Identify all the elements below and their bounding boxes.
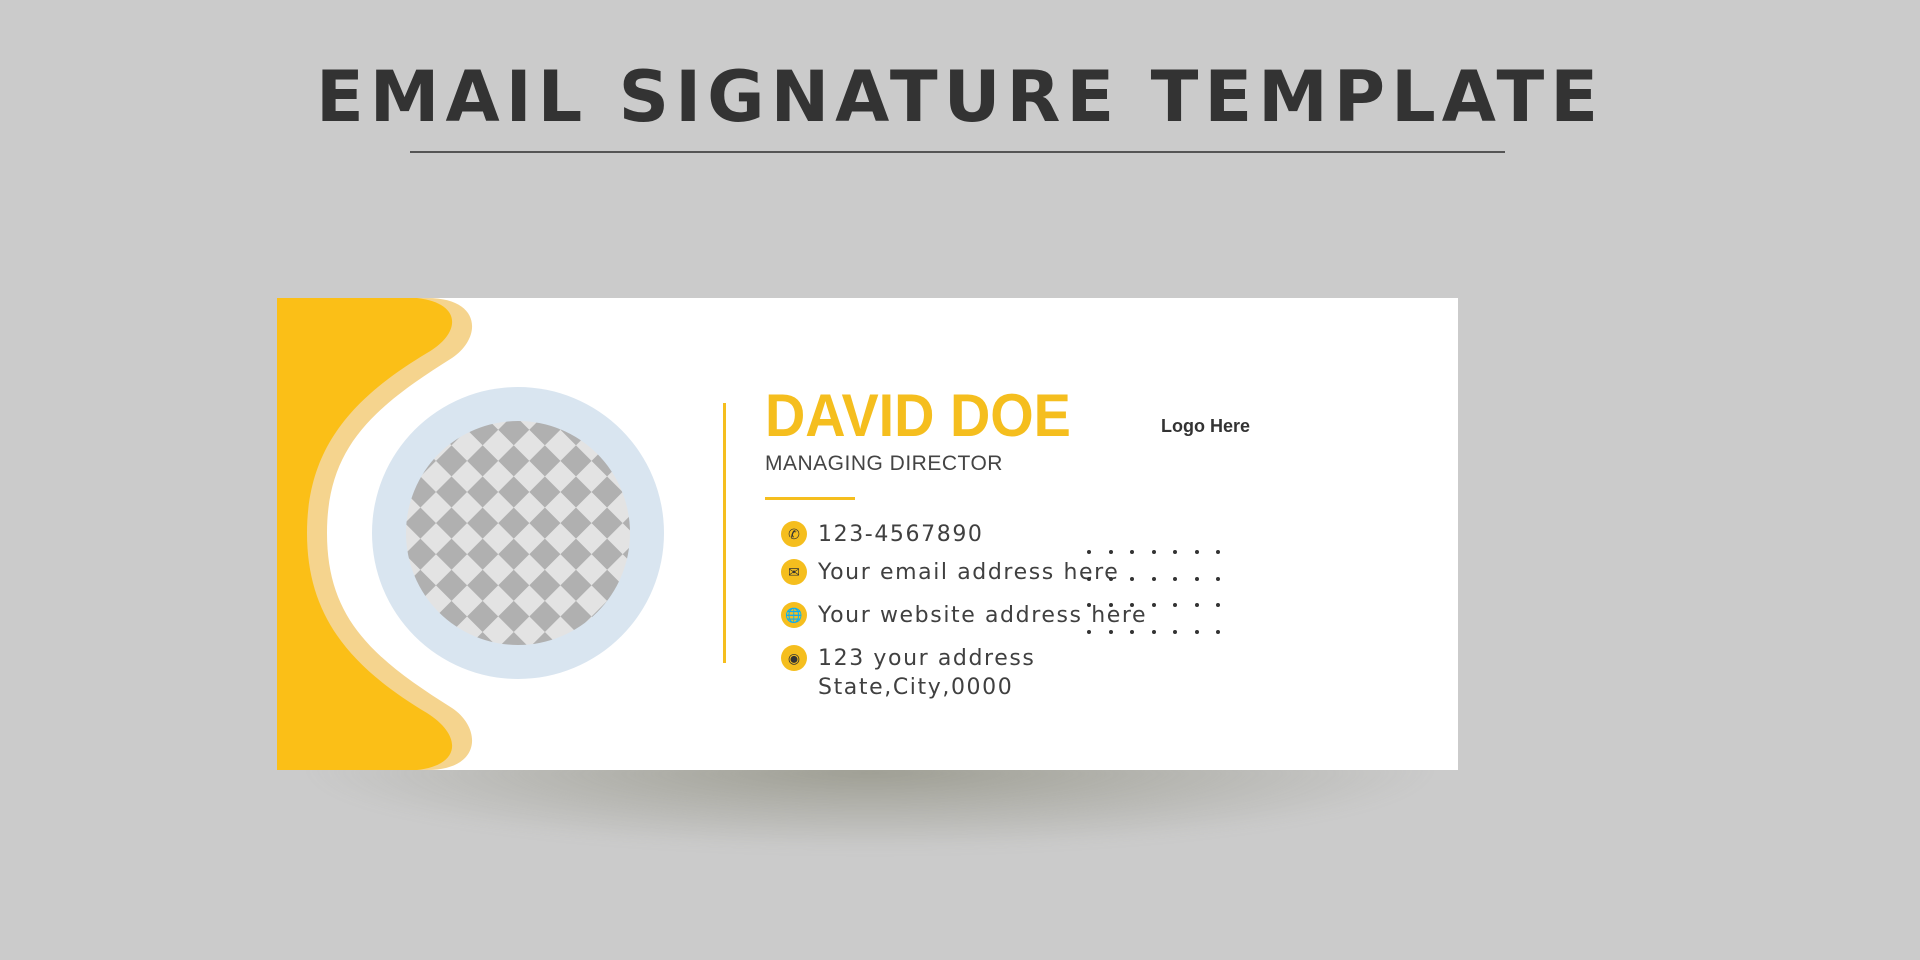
dot — [1173, 576, 1177, 581]
address-text: 123 your address State,City,0000 — [818, 644, 1035, 702]
dot — [1130, 550, 1134, 554]
contact-website: 🌐 Your website address here — [781, 601, 1147, 630]
dot — [1151, 603, 1156, 607]
dot — [1130, 576, 1134, 581]
dot — [1151, 550, 1156, 554]
dot — [1108, 576, 1113, 581]
person-role: MANAGING DIRECTOR — [765, 452, 1003, 475]
logo-placeholder: Logo Here — [1161, 416, 1251, 436]
person-name: DAVID DOE — [765, 382, 1071, 449]
decorative-wave — [277, 298, 664, 770]
dot — [1130, 603, 1134, 607]
address-line-2: State,City,0000 — [818, 675, 1014, 700]
phone-text[interactable]: 123-4567890 — [818, 520, 984, 549]
address-line-1: 123 your address — [818, 646, 1036, 671]
dot — [1108, 603, 1113, 607]
vertical-divider — [723, 403, 726, 663]
dot — [1216, 629, 1220, 634]
dot — [1173, 550, 1177, 554]
location-pin-icon: ◉ — [781, 645, 807, 671]
dot — [1194, 629, 1199, 634]
globe-icon: 🌐 — [781, 602, 807, 628]
title-divider — [410, 151, 1505, 153]
dot — [1173, 603, 1177, 607]
card-shadow — [300, 760, 1440, 850]
dot — [1087, 550, 1091, 554]
dot — [1194, 603, 1199, 607]
name-underline — [765, 497, 855, 500]
photo-placeholder — [406, 421, 630, 645]
email-text[interactable]: Your email address here — [818, 558, 1119, 587]
dot — [1194, 576, 1199, 581]
dot — [1130, 629, 1134, 634]
contact-email: ✉ Your email address here — [781, 558, 1119, 587]
dot — [1087, 629, 1091, 634]
dot — [1173, 629, 1177, 634]
dot — [1216, 550, 1220, 554]
dot — [1151, 576, 1156, 581]
dot — [1151, 629, 1156, 634]
dot — [1216, 576, 1220, 581]
dot — [1108, 629, 1113, 634]
page-title: EMAIL SIGNATURE TEMPLATE — [315, 56, 1605, 138]
email-icon: ✉ — [781, 559, 807, 585]
dot — [1216, 603, 1220, 607]
dot — [1194, 550, 1199, 554]
dot — [1087, 603, 1091, 607]
contact-address: ◉ 123 your address State,City,0000 — [781, 644, 1035, 702]
contact-phone: ✆ 123-4567890 — [781, 520, 984, 549]
phone-icon: ✆ — [781, 521, 807, 547]
dot — [1087, 576, 1091, 581]
dot — [1108, 550, 1113, 554]
signature-card: DAVID DOE MANAGING DIRECTOR ✆ 123-456789… — [277, 298, 1458, 770]
website-text[interactable]: Your website address here — [818, 601, 1147, 630]
